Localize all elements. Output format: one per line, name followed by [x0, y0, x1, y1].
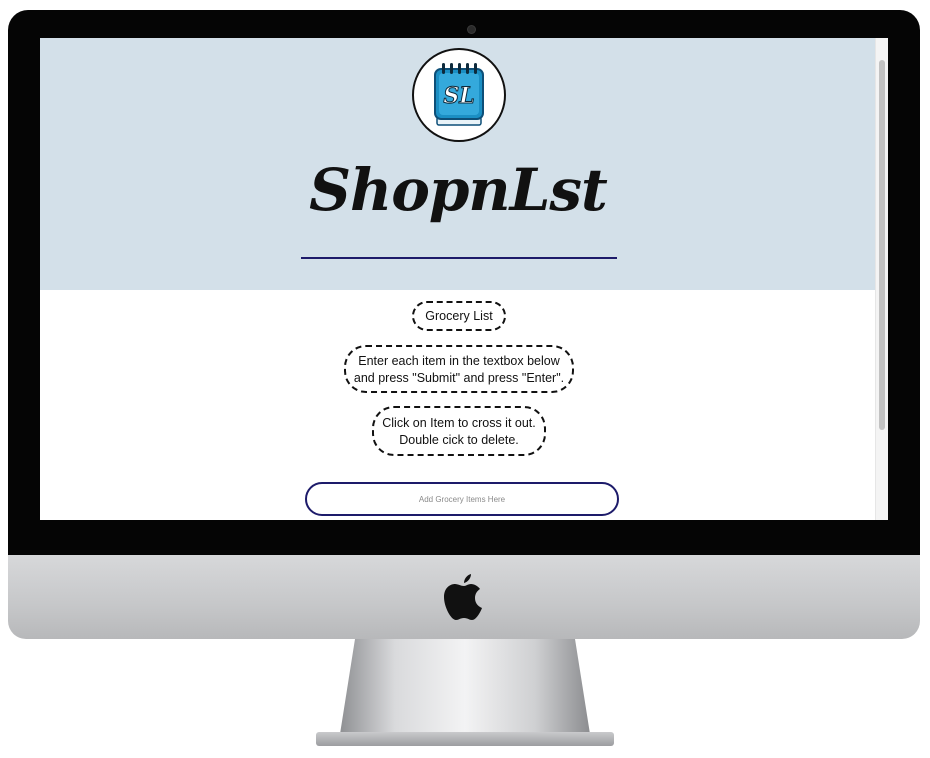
monitor-stand: [340, 639, 590, 734]
camera-icon: [468, 26, 475, 33]
title-divider: [301, 257, 617, 259]
browser-viewport: SL ShopnLst Grocery List Enter each item…: [40, 38, 888, 520]
scrollbar-thumb[interactable]: [879, 60, 885, 430]
page-title: ShopnLst: [309, 156, 608, 224]
vertical-scrollbar[interactable]: [875, 38, 888, 520]
monitor-stand-base: [316, 732, 614, 746]
entry-instructions-line-2: and press "Submit" and press "Enter".: [353, 371, 565, 385]
notepad-icon: SL: [434, 63, 484, 126]
logo-initials: SL: [443, 83, 474, 109]
entry-instructions-line-1: Enter each item in the textbox below: [358, 354, 560, 368]
item-action-instructions-line-1: Click on Item to cross it out.: [382, 416, 536, 430]
item-action-instructions: Click on Item to cross it out. Double ci…: [372, 406, 546, 456]
grocery-list-heading: Grocery List: [412, 301, 506, 331]
item-action-instructions-line-2: Double cick to delete.: [399, 433, 519, 447]
header-banner: SL ShopnLst: [40, 38, 876, 290]
grocery-item-input[interactable]: [305, 482, 619, 516]
grocery-list-heading-label: Grocery List: [425, 309, 493, 323]
apple-logo-icon: [444, 574, 482, 620]
app-logo: SL: [412, 48, 506, 142]
entry-instructions: Enter each item in the textbox below and…: [344, 345, 574, 393]
